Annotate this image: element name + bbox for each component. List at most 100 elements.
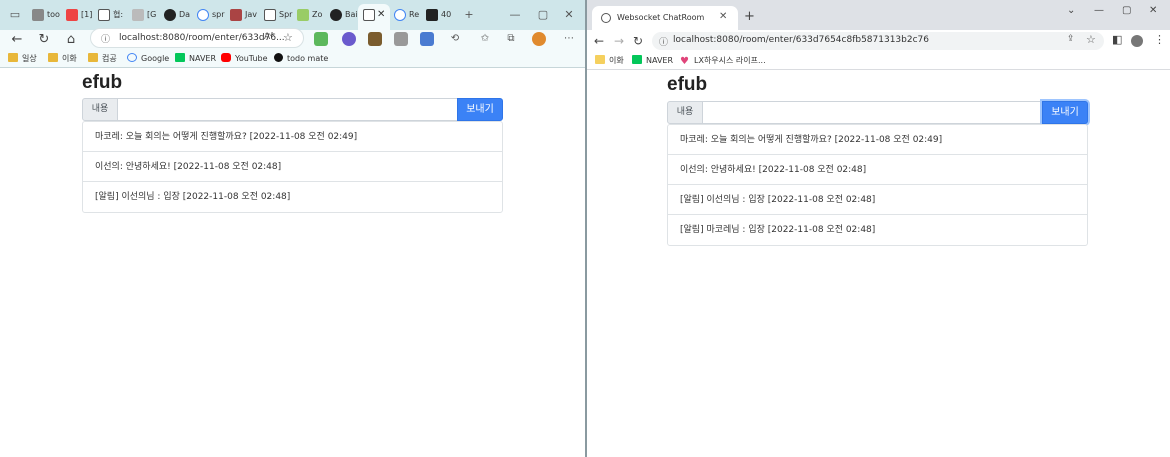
extension-icon[interactable] [314,32,328,46]
reload-icon[interactable]: ↻ [36,32,52,48]
left-bookmarks-bar: 일상 이화 컴공 Google NAVER YouTube todo mate [0,50,585,68]
extension-icon[interactable] [342,32,356,46]
tab-favicon-icon[interactable] [132,9,144,21]
maximize-icon[interactable]: ▢ [1122,5,1131,16]
tab-actions-icon[interactable]: ▭ [8,8,22,22]
bookmark-lx[interactable]: ♥ LX하우시스 라이프... [680,55,766,67]
document-icon[interactable] [264,9,276,21]
close-tab-icon[interactable]: ✕ [719,11,727,22]
address-url[interactable]: localhost:8080/room/enter/633d7654c8fb58… [673,35,929,45]
close-tab-icon[interactable]: ✕ [377,9,385,20]
tab-favicon-icon[interactable] [32,9,44,21]
tab-label[interactable]: too [47,9,60,21]
list-item: [알림] 마코레님 : 입장 [2022-11-08 오전 02:48] [680,225,876,235]
bookmark-google[interactable]: Google [127,53,169,65]
todo-mate-icon [274,53,283,62]
bookmark-naver[interactable]: NAVER [175,53,216,65]
close-window-icon[interactable]: ✕ [562,8,576,22]
message-input[interactable] [702,101,1043,124]
google-icon[interactable] [394,9,406,21]
tab-title: Websocket ChatRoom [617,13,705,22]
tab-favicon-icon[interactable] [164,9,176,21]
profile-avatar-icon[interactable] [1131,35,1143,47]
bookmark-label: NAVER [189,54,217,63]
share-icon[interactable]: ⇪ [1067,34,1075,44]
right-bookmarks-bar: 이화 NAVER ♥ LX하우시스 라이프... [587,52,1170,70]
extension-icon[interactable] [394,32,408,46]
home-icon[interactable]: ⌂ [63,32,79,48]
side-panel-icon[interactable]: ◧ [1112,33,1122,46]
close-window-icon[interactable]: ✕ [1149,5,1157,16]
send-button[interactable]: 보내기 [457,98,503,121]
tab-favicon-icon[interactable] [230,9,242,21]
site-info-icon[interactable]: ⓘ [659,35,668,48]
tab-favicon-icon[interactable] [66,9,78,21]
minimize-icon[interactable]: — [508,8,522,22]
bookmark-folder[interactable]: 이화 [48,53,77,65]
google-icon[interactable] [197,9,209,21]
active-tab[interactable]: Websocket ChatRoom ✕ [592,6,738,30]
bookmark-naver[interactable]: NAVER [632,55,673,67]
tab-label[interactable]: 40 [441,9,451,21]
address-url[interactable]: localhost:8080/room/enter/633d76... [119,33,285,43]
bookmark-folder[interactable]: 일상 [8,53,37,65]
tab-label[interactable]: Spr [279,9,292,21]
bookmark-folder[interactable]: 컴공 [88,53,117,65]
list-item: 이선의: 안녕하세요! [2022-11-08 오전 02:48] [668,155,1087,185]
more-menu-icon[interactable]: ⋮ [1154,33,1165,46]
back-icon[interactable]: ← [9,32,25,48]
collections-icon[interactable]: ⧉ [504,32,518,46]
right-address-bar[interactable]: ⓘ localhost:8080/room/enter/633d7654c8fb… [652,32,1104,50]
reload-icon[interactable]: ↻ [630,33,646,49]
read-aloud-icon[interactable]: Aᴬ [264,32,274,42]
tab-label[interactable]: 협: [113,9,123,21]
list-item: 이선의: 안녕하세요! [2022-11-08 오전 02:48] [83,152,502,182]
tab-favicon-icon[interactable] [426,9,438,21]
tab-label[interactable]: Zo [312,9,322,21]
bookmark-label: 이화 [609,56,624,65]
input-label: 내용 [667,101,703,124]
tab-favicon-icon[interactable] [297,9,309,21]
tab-label[interactable]: Da [179,9,190,21]
back-icon[interactable]: ← [591,33,607,49]
tab-label[interactable]: Re [409,9,419,21]
active-tab[interactable]: ✕ [358,4,390,30]
bookmark-label: YouTube [235,54,268,63]
bookmark-todo-mate[interactable]: todo mate [274,53,328,65]
favorites-icon[interactable]: ✩ [478,32,492,46]
tab-label[interactable]: Jav [245,9,257,21]
folder-icon [8,53,18,62]
new-tab-icon[interactable]: + [744,10,755,24]
bookmark-star-icon[interactable]: ☆ [1086,33,1096,46]
tab-label[interactable]: [1] [81,9,92,21]
document-icon [363,9,375,21]
tab-label[interactable]: Bai [345,9,358,21]
bookmark-folder[interactable]: 이화 [595,55,624,67]
bookmark-label: 이화 [62,54,77,63]
github-icon[interactable] [330,9,342,21]
more-menu-icon[interactable]: ⋯ [562,32,576,46]
minimize-icon[interactable]: — [1094,5,1104,16]
bookmark-label: todo mate [287,54,329,63]
chevron-down-icon[interactable]: ⌄ [1067,5,1075,16]
tab-label[interactable]: spr [212,9,225,21]
naver-icon [632,55,642,64]
extension-icon[interactable] [368,32,382,46]
new-tab-icon[interactable]: + [462,8,476,22]
message-input[interactable] [117,98,458,121]
bookmark-youtube[interactable]: YouTube [221,53,268,65]
maximize-icon[interactable]: ▢ [536,8,550,22]
forward-icon[interactable]: → [611,33,627,49]
site-info-icon[interactable]: ⓘ [101,32,110,45]
naver-icon [175,53,185,62]
tab-label[interactable]: [G [147,9,156,21]
left-address-bar[interactable]: ⓘ localhost:8080/room/enter/633d76... Aᴬ… [90,28,304,48]
list-item: 마코레: 오늘 회의는 어떻게 진행할까요? [2022-11-08 오전 02… [668,125,1087,155]
document-icon[interactable] [98,9,110,21]
extension-puzzle-icon[interactable]: ⟲ [448,32,462,46]
extension-icon[interactable] [420,32,434,46]
send-button[interactable]: 보내기 [1042,101,1088,124]
profile-avatar-icon[interactable] [532,32,546,46]
favorite-star-icon[interactable]: ☆ [283,31,293,44]
folder-icon [88,53,98,62]
